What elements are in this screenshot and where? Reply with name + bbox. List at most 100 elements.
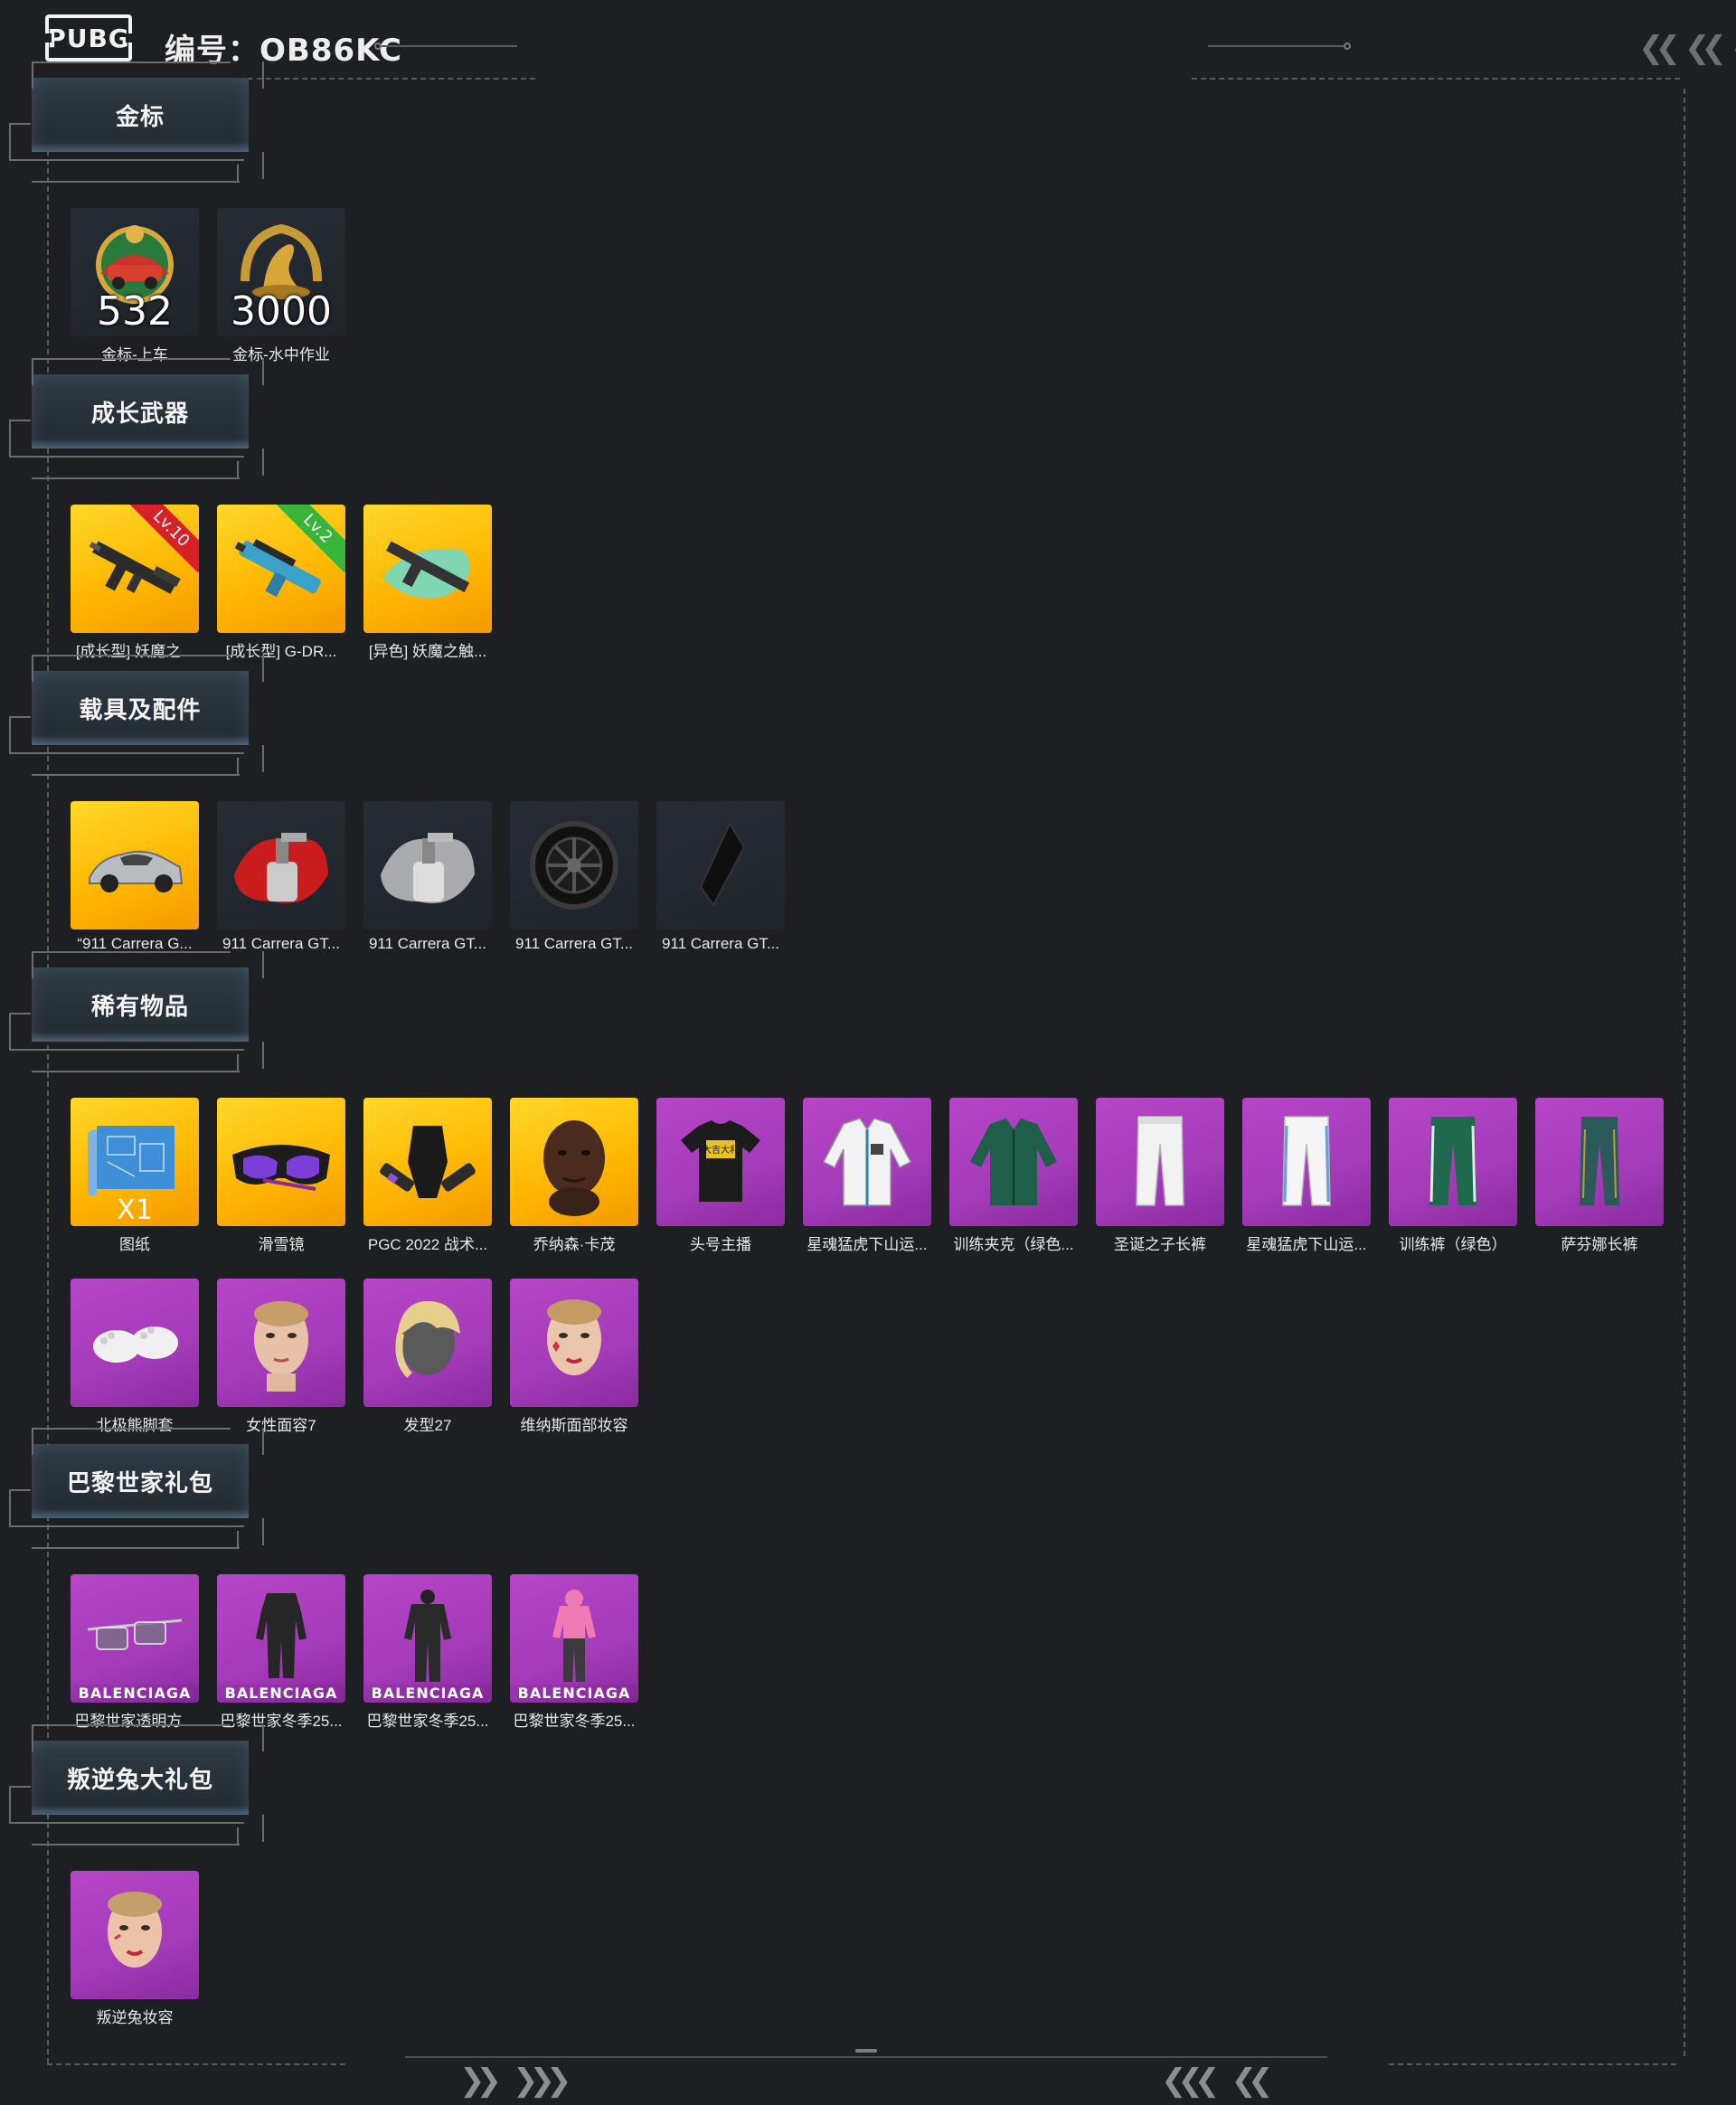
inventory-item[interactable]: PGC 2022 战术... [363, 1098, 492, 1254]
item-tile[interactable] [217, 1098, 345, 1226]
item-tile[interactable]: Lv.2 [217, 505, 345, 633]
inventory-item[interactable]: BALENCIAGA 巴黎世家冬季25... [363, 1574, 492, 1731]
section-title: 载具及配件 [79, 696, 202, 724]
inventory-item[interactable]: 911 Carrera GT... [363, 801, 492, 953]
frame-right [1684, 89, 1685, 2056]
inventory-item[interactable]: 训练裤（绿色） [1389, 1098, 1517, 1254]
item-tile[interactable] [71, 1871, 199, 1999]
item-tile[interactable]: 大吉大利 [656, 1098, 785, 1226]
section-header-bracket [9, 1786, 31, 1788]
inventory-item[interactable]: 星魂猛虎下山运... [803, 1098, 931, 1254]
item-label: 圣诞之子长裤 [1114, 1236, 1206, 1253]
item-tile[interactable]: BALENCIAGA [510, 1574, 638, 1703]
item-quantity: 532 [97, 288, 173, 335]
item-tile[interactable] [1535, 1098, 1664, 1226]
inventory-item[interactable]: 萨芬娜长裤 [1535, 1098, 1664, 1254]
footer-scroll-mark [855, 2049, 877, 2053]
item-tile[interactable]: BALENCIAGA [71, 1574, 199, 1703]
section-header: 金标 [0, 47, 271, 183]
item-tile[interactable] [510, 1098, 638, 1226]
item-tile[interactable]: Lv.10 [71, 505, 199, 633]
item-tile[interactable] [217, 801, 345, 930]
item-tile[interactable] [949, 1098, 1078, 1226]
item-label: 星魂猛虎下山运... [1246, 1236, 1367, 1253]
section-header: 稀有物品 [0, 937, 271, 1072]
inventory-item[interactable]: 叛逆兔妆容 [71, 1871, 199, 2027]
inventory-item[interactable]: 大吉大利 头号主播 [656, 1098, 785, 1254]
inventory-item[interactable]: Lv.2 [成长型] G-DR... [217, 505, 345, 661]
section-header-bracket [32, 477, 240, 479]
inventory-item[interactable]: BALENCIAGA 巴黎世家冬季25... [510, 1574, 638, 1731]
item-tile[interactable] [363, 505, 492, 633]
item-tile[interactable] [803, 1098, 931, 1226]
item-tile[interactable] [363, 1098, 492, 1226]
section-header-bracket [262, 745, 264, 772]
inventory-item[interactable]: 星魂猛虎下山运... [1242, 1098, 1371, 1254]
section-header-bracket [9, 1525, 244, 1527]
item-label: 图纸 [119, 1236, 150, 1253]
section-header-bracket [32, 1071, 240, 1072]
item-tile[interactable]: 3000 [217, 208, 345, 336]
inventory-item[interactable]: Lv.10 [成长型] 妖魔之... [71, 505, 199, 661]
item-tile[interactable] [1242, 1098, 1371, 1226]
item-tile[interactable] [71, 1279, 199, 1407]
inventory-item[interactable]: 训练夹克（绿色... [949, 1098, 1078, 1254]
section-header-bracket [262, 448, 264, 476]
section-header-bracket [237, 758, 239, 774]
item-tile[interactable] [363, 801, 492, 930]
item-tile[interactable] [510, 1279, 638, 1407]
item-row: “911 Carrera G... 911 Carrera GT... 911 Ca… [71, 801, 785, 953]
section-header-bracket [9, 1049, 244, 1051]
inventory-item[interactable]: 维纳斯面部妆容 [510, 1279, 638, 1435]
section-title: 成长武器 [90, 400, 189, 428]
inventory-item[interactable]: [异色] 妖魔之触... [363, 505, 492, 661]
section-header-bracket [9, 1786, 11, 1822]
section-header-bracket [262, 358, 264, 385]
inventory-item[interactable]: 911 Carrera GT... [656, 801, 785, 953]
section-header-bracket [262, 152, 264, 179]
inventory-item[interactable]: 北极熊脚套 [71, 1279, 199, 1435]
inventory-item[interactable]: 发型27 [363, 1279, 492, 1435]
section-header-bracket [32, 181, 240, 183]
inventory-item[interactable]: BALENCIAGA 巴黎世家透明方... [71, 1574, 199, 1731]
inventory-item[interactable]: 圣诞之子长裤 [1096, 1098, 1224, 1254]
item-tile[interactable] [1389, 1098, 1517, 1226]
white-jacket-icon [822, 1118, 912, 1206]
item-tile[interactable]: 532 [71, 208, 199, 336]
section-header-bracket [9, 1013, 31, 1015]
item-tile[interactable]: BALENCIAGA [363, 1574, 492, 1703]
section-header-bracket [262, 61, 264, 89]
footer-line [405, 2056, 1327, 2058]
section-header-bracket [262, 1724, 264, 1751]
item-tile[interactable] [1096, 1098, 1224, 1226]
section-header-bracket [32, 774, 240, 776]
section-header: 叛逆兔大礼包 [0, 1710, 271, 1845]
item-tile[interactable] [363, 1279, 492, 1407]
inventory-item[interactable]: 女性面容7 [217, 1279, 345, 1435]
inventory-item[interactable]: 911 Carrera GT... [510, 801, 638, 953]
inventory-item[interactable]: 乔纳森·卡茂 [510, 1098, 638, 1254]
header-line-right [1208, 45, 1344, 47]
item-tile[interactable] [217, 1279, 345, 1407]
item-tile[interactable]: X1 [71, 1098, 199, 1226]
item-tile[interactable]: BALENCIAGA [217, 1574, 345, 1703]
svg-text:大吉大利: 大吉大利 [703, 1144, 739, 1156]
item-row: BALENCIAGA 巴黎世家透明方... BALENCIAGA 巴黎世家冬季25..… [71, 1574, 638, 1731]
section-title: 金标 [115, 103, 165, 131]
section-header-bracket [9, 420, 31, 421]
inventory-item[interactable]: BALENCIAGA 巴黎世家冬季25... [217, 1574, 345, 1731]
inventory-item[interactable]: 3000 金标-水中作业 [217, 208, 345, 364]
inventory-item[interactable]: 532 金标-上车 [71, 208, 199, 364]
inventory-item[interactable]: 滑雪镜 [217, 1098, 345, 1254]
inventory-item[interactable]: 911 Carrera GT... [217, 801, 345, 953]
section-header-bracket [32, 358, 231, 360]
brand-badge: BALENCIAGA [510, 1685, 638, 1703]
inventory-item[interactable]: “911 Carrera G... [71, 801, 199, 953]
item-tile[interactable] [656, 801, 785, 930]
section-header-bracket [9, 1489, 31, 1491]
inventory-item[interactable]: X1 图纸 [71, 1098, 199, 1254]
item-tile[interactable] [510, 801, 638, 930]
item-row: 532 金标-上车 3000 金标-水中作业 [71, 208, 345, 364]
section-title: 叛逆兔大礼包 [66, 1766, 213, 1794]
item-tile[interactable] [71, 801, 199, 930]
